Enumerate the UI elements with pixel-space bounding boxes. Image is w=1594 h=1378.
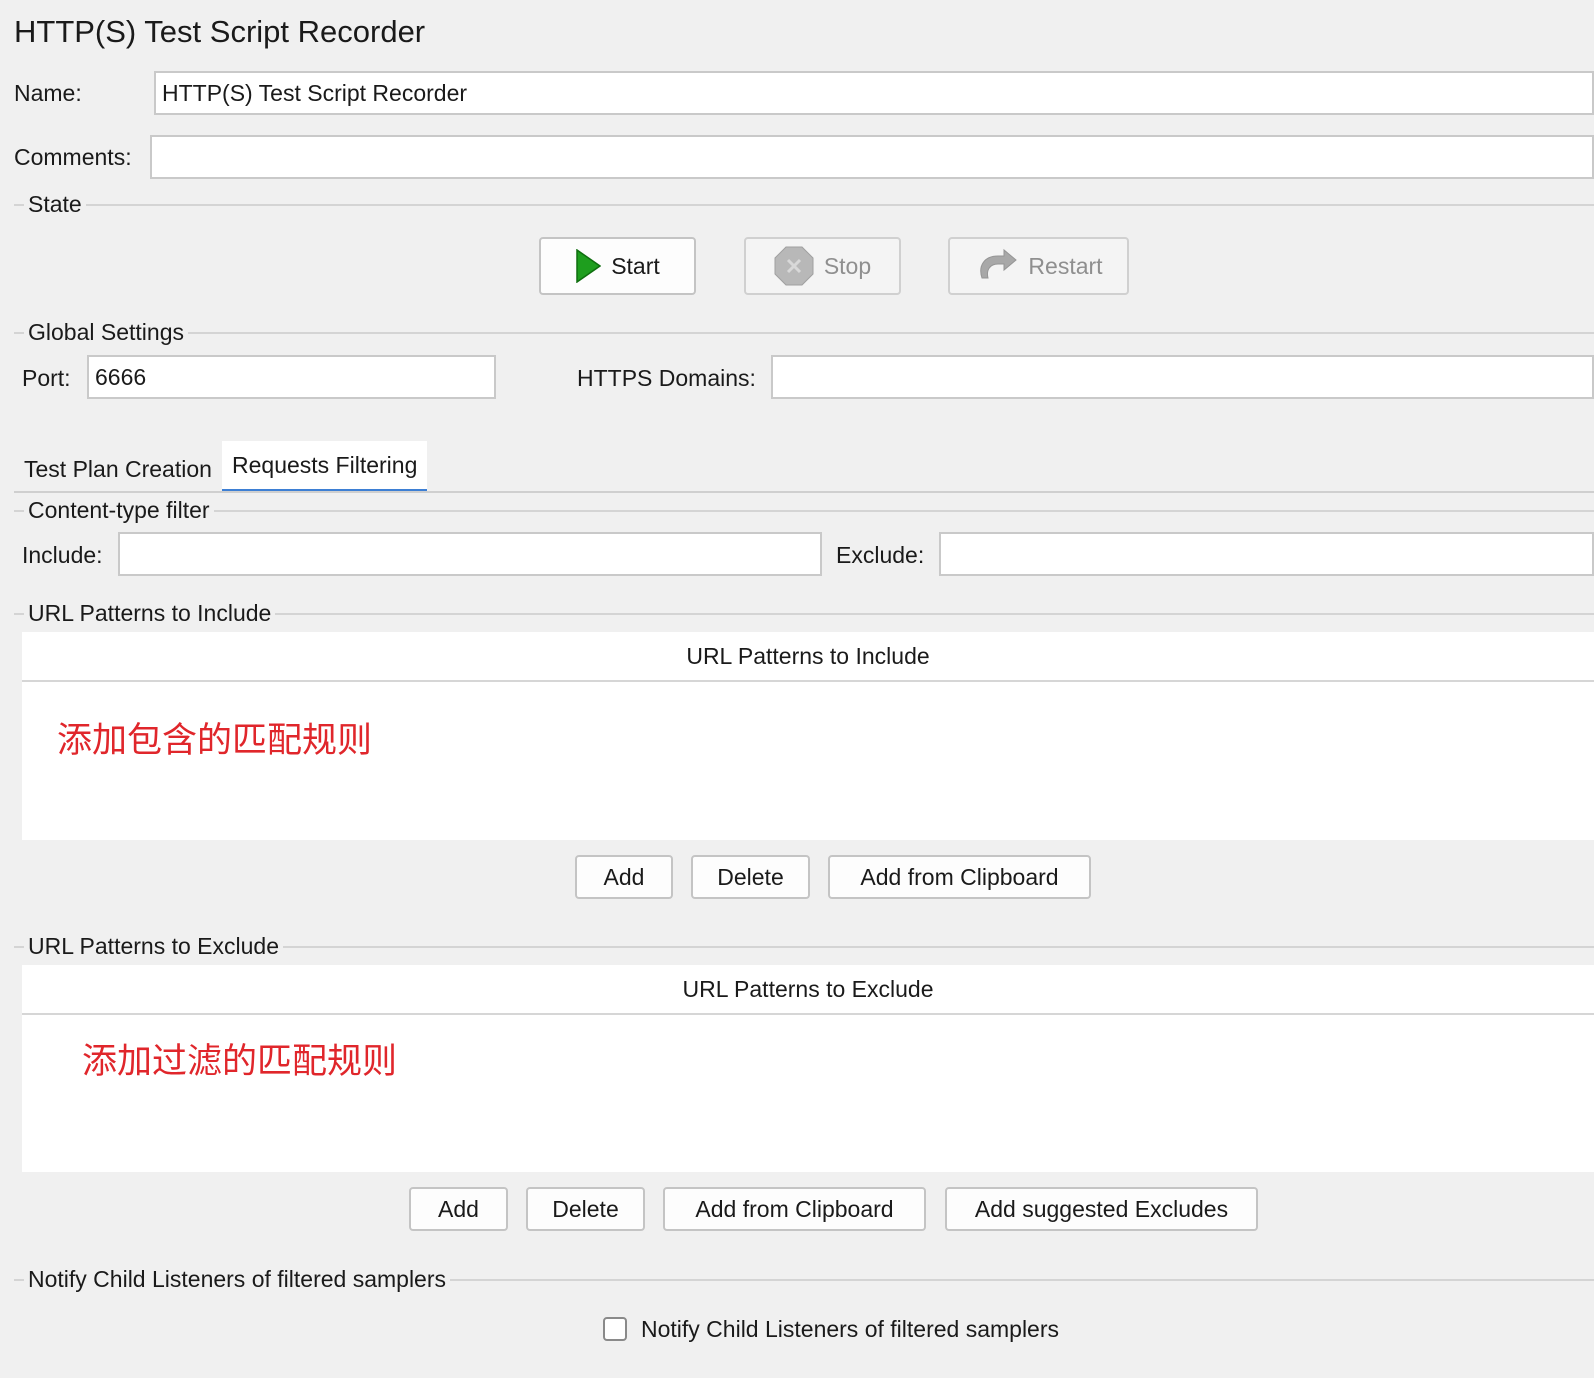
include-patterns-title: URL Patterns to Include (24, 598, 276, 628)
name-field[interactable] (154, 71, 1594, 115)
notify-section: Notify Child Listeners of filtered sampl… (14, 1264, 1594, 1294)
exclude-patterns-column-header[interactable]: URL Patterns to Exclude (22, 965, 1594, 1015)
button-label: Add from Clipboard (860, 863, 1059, 890)
tab-label: Requests Filtering (232, 451, 418, 478)
content-type-filter-title: Content-type filter (24, 495, 214, 525)
exclude-add-from-clipboard-button[interactable]: Add from Clipboard (663, 1187, 926, 1231)
content-type-filter-section: Content-type filter (14, 495, 1594, 525)
button-label: Delete (552, 1195, 619, 1222)
include-annotation: 添加包含的匹配规则 (57, 721, 373, 761)
global-settings-section: Global Settings (14, 317, 1594, 347)
stop-button[interactable]: Stop (744, 237, 901, 295)
tab-requests-filtering[interactable]: Requests Filtering (222, 441, 428, 493)
tab-label: Test Plan Creation (24, 455, 212, 482)
notify-checkbox[interactable] (603, 1317, 627, 1341)
exclude-field[interactable] (939, 532, 1594, 576)
include-patterns-column-header[interactable]: URL Patterns to Include (22, 632, 1594, 682)
restart-button[interactable]: Restart (948, 237, 1129, 295)
start-button[interactable]: Start (539, 237, 696, 295)
exclude-annotation: 添加过滤的匹配规则 (82, 1042, 398, 1082)
exclude-patterns-title: URL Patterns to Exclude (24, 931, 283, 961)
https-domains-field[interactable] (771, 355, 1594, 399)
restart-button-label: Restart (1028, 252, 1103, 279)
stop-icon (774, 246, 814, 286)
button-label: Add (603, 863, 645, 890)
state-section: State (14, 189, 1594, 219)
exclude-patterns-section: URL Patterns to Exclude (14, 931, 1594, 961)
exclude-label: Exclude: (836, 542, 925, 568)
include-label: Include: (22, 542, 103, 568)
restart-icon (980, 248, 1018, 279)
notify-checkbox-label[interactable]: Notify Child Listeners of filtered sampl… (641, 1316, 1059, 1343)
state-section-title: State (24, 189, 86, 219)
notify-section-title: Notify Child Listeners of filtered sampl… (24, 1264, 450, 1294)
port-field[interactable] (87, 355, 496, 399)
button-label: Delete (717, 863, 784, 890)
comments-field[interactable] (150, 135, 1594, 179)
page-title: HTTP(S) Test Script Recorder (14, 14, 426, 49)
button-label: Add suggested Excludes (974, 1195, 1229, 1222)
include-add-from-clipboard-button[interactable]: Add from Clipboard (828, 855, 1091, 899)
include-add-button[interactable]: Add (575, 855, 673, 899)
play-icon (576, 249, 602, 283)
start-button-label: Start (611, 252, 660, 279)
button-label: Add (438, 1195, 479, 1222)
global-settings-title: Global Settings (24, 317, 188, 347)
tab-divider (14, 491, 1594, 493)
comments-label: Comments: (14, 144, 132, 170)
include-field[interactable] (118, 532, 822, 576)
button-label: Add from Clipboard (695, 1195, 894, 1222)
tab-test-plan-creation[interactable]: Test Plan Creation (24, 446, 212, 492)
exclude-delete-button[interactable]: Delete (526, 1187, 645, 1231)
include-patterns-section: URL Patterns to Include (14, 598, 1594, 628)
exclude-add-button[interactable]: Add (409, 1187, 508, 1231)
port-label: Port: (22, 365, 71, 391)
name-label: Name: (14, 80, 82, 106)
add-suggested-excludes-button[interactable]: Add suggested Excludes (945, 1187, 1258, 1231)
stop-button-label: Stop (823, 252, 872, 279)
https-domains-label: HTTPS Domains: (577, 365, 756, 391)
include-delete-button[interactable]: Delete (691, 855, 810, 899)
